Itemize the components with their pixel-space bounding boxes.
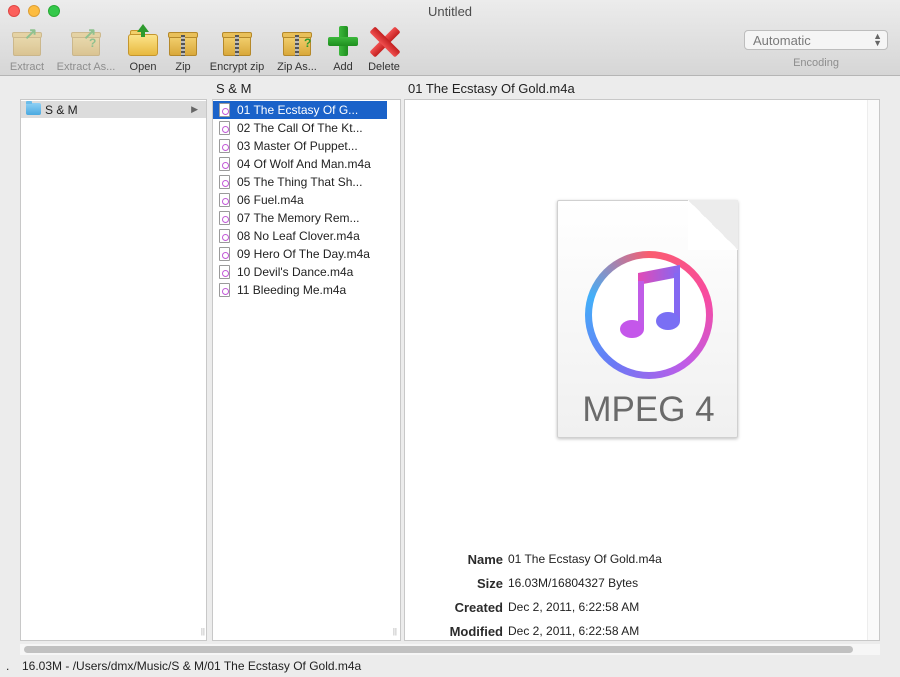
delete-button[interactable]: Delete [365, 24, 403, 73]
extract-box-icon: ↗ [10, 24, 44, 58]
open-label: Open [129, 61, 157, 73]
open-folder-icon [126, 24, 160, 58]
m4a-file-icon [219, 193, 230, 207]
zip-as-icon: ? [280, 24, 314, 58]
add-plus-icon [326, 24, 360, 58]
zip-label: Zip [175, 61, 191, 73]
column-resize-handle[interactable]: || [201, 627, 205, 636]
meta-size-key: Size [476, 576, 503, 591]
file-label: 01 The Ecstasy Of G... [237, 103, 359, 117]
preview-vertical-scrollbar[interactable] [867, 100, 879, 640]
m4a-file-icon [219, 121, 230, 135]
file-row[interactable]: 08 No Leaf Clover.m4a [213, 227, 387, 245]
meta-size-value: 16.03M/16804327 Bytes [508, 576, 639, 590]
meta-created-value: Dec 2, 2011, 6:22:58 AM [508, 600, 640, 614]
zip-as-button[interactable]: ? Zip As... [274, 24, 320, 73]
encrypt-zip-label: Encrypt zip [209, 61, 265, 73]
encoding-select[interactable]: Automatic ▲ ▼ [744, 30, 888, 50]
file-row[interactable]: 07 The Memory Rem... [213, 209, 387, 227]
file-row[interactable]: 11 Bleeding Me.m4a [213, 281, 387, 299]
file-row[interactable]: 05 The Thing That Sh... [213, 173, 387, 191]
delete-x-icon [367, 24, 401, 58]
disclosure-arrow-icon: ▶ [191, 104, 198, 114]
meta-name-value: 01 The Ecstasy Of Gold.m4a [508, 552, 662, 566]
add-label: Add [333, 61, 353, 73]
zip-button[interactable]: Zip [165, 24, 201, 73]
file-label: 10 Devil's Dance.m4a [237, 265, 354, 279]
meta-name-key: Name [467, 552, 503, 567]
m4a-file-icon [219, 175, 230, 189]
m4a-file-icon [219, 103, 230, 117]
file-row[interactable]: 04 Of Wolf And Man.m4a [213, 155, 387, 173]
extract-button[interactable]: ↗ Extract [7, 24, 47, 73]
encoding-value: Automatic [753, 33, 811, 48]
column-resize-handle[interactable]: || [393, 627, 397, 636]
updown-chevron-icon: ▲ ▼ [873, 31, 882, 48]
m4a-file-icon [219, 283, 230, 297]
encoding-label: Encoding [793, 57, 839, 69]
encrypt-zip-icon [220, 24, 254, 58]
file-label: 03 Master Of Puppet... [237, 139, 358, 153]
file-label: 02 The Call Of The Kt... [237, 121, 363, 135]
file-row[interactable]: 06 Fuel.m4a [213, 191, 387, 209]
window-title: Untitled [427, 4, 473, 19]
folder-row[interactable]: S & M ▶ [21, 101, 206, 118]
folder-icon [26, 101, 41, 115]
meta-modified-key: Modified [449, 624, 503, 639]
document-type-label: MPEG 4 [582, 390, 715, 429]
zip-box-icon [166, 24, 200, 58]
mpeg4-document-icon: MPEG 4 [557, 200, 738, 438]
m4a-file-icon [219, 211, 230, 225]
file-label: 07 The Memory Rem... [237, 211, 360, 225]
file-row[interactable]: 09 Hero Of The Day.m4a [213, 245, 387, 263]
status-indicator: . [6, 659, 10, 673]
column-header-file: 01 The Ecstasy Of Gold.m4a [408, 81, 575, 96]
extract-label: Extract [9, 61, 45, 73]
itunes-music-icon [585, 251, 713, 379]
file-label: 09 Hero Of The Day.m4a [237, 247, 370, 261]
meta-modified-value: Dec 2, 2011, 6:22:58 AM [508, 624, 640, 638]
file-row[interactable]: 10 Devil's Dance.m4a [213, 263, 387, 281]
file-row[interactable]: 02 The Call Of The Kt... [213, 119, 387, 137]
file-list-pane[interactable]: 01 The Ecstasy Of G... 02 The Call Of The… [212, 99, 401, 641]
file-row[interactable]: 03 Master Of Puppet... [213, 137, 387, 155]
folder-label: S & M [45, 103, 78, 117]
add-button[interactable]: Add [326, 24, 360, 73]
zip-as-label: Zip As... [277, 61, 317, 73]
extract-as-box-icon: ↗? [69, 24, 103, 58]
m4a-file-icon [219, 157, 230, 171]
m4a-file-icon [219, 229, 230, 243]
file-label: 05 The Thing That Sh... [237, 175, 363, 189]
file-row[interactable]: 01 The Ecstasy Of G... [213, 101, 387, 119]
m4a-file-icon [219, 265, 230, 279]
m4a-file-icon [219, 139, 230, 153]
title-toolbar: Untitled ↗ Extract ↗? Extract As... Open… [0, 0, 900, 76]
file-label: 04 Of Wolf And Man.m4a [237, 157, 371, 171]
delete-label: Delete [368, 61, 400, 73]
file-label: 11 Bleeding Me.m4a [237, 283, 347, 297]
file-label: 06 Fuel.m4a [237, 193, 304, 207]
extract-as-button[interactable]: ↗? Extract As... [53, 24, 119, 73]
horizontal-scrollbar-thumb[interactable] [24, 646, 853, 653]
m4a-file-icon [219, 247, 230, 261]
status-path: 16.03M - /Users/dmx/Music/S & M/01 The E… [22, 659, 362, 673]
preview-pane: MPEG 4 Name 01 The Ecstasy Of Gold.m4a S… [404, 99, 880, 641]
folder-pane[interactable]: S & M ▶ || [20, 99, 207, 641]
column-header-folder: S & M [216, 81, 252, 96]
page-fold [688, 200, 738, 250]
meta-created-key: Created [454, 600, 503, 615]
encrypt-zip-button[interactable]: Encrypt zip [206, 24, 268, 73]
open-button[interactable]: Open [125, 24, 161, 73]
extract-as-label: Extract As... [56, 61, 116, 73]
file-label: 08 No Leaf Clover.m4a [237, 229, 360, 243]
